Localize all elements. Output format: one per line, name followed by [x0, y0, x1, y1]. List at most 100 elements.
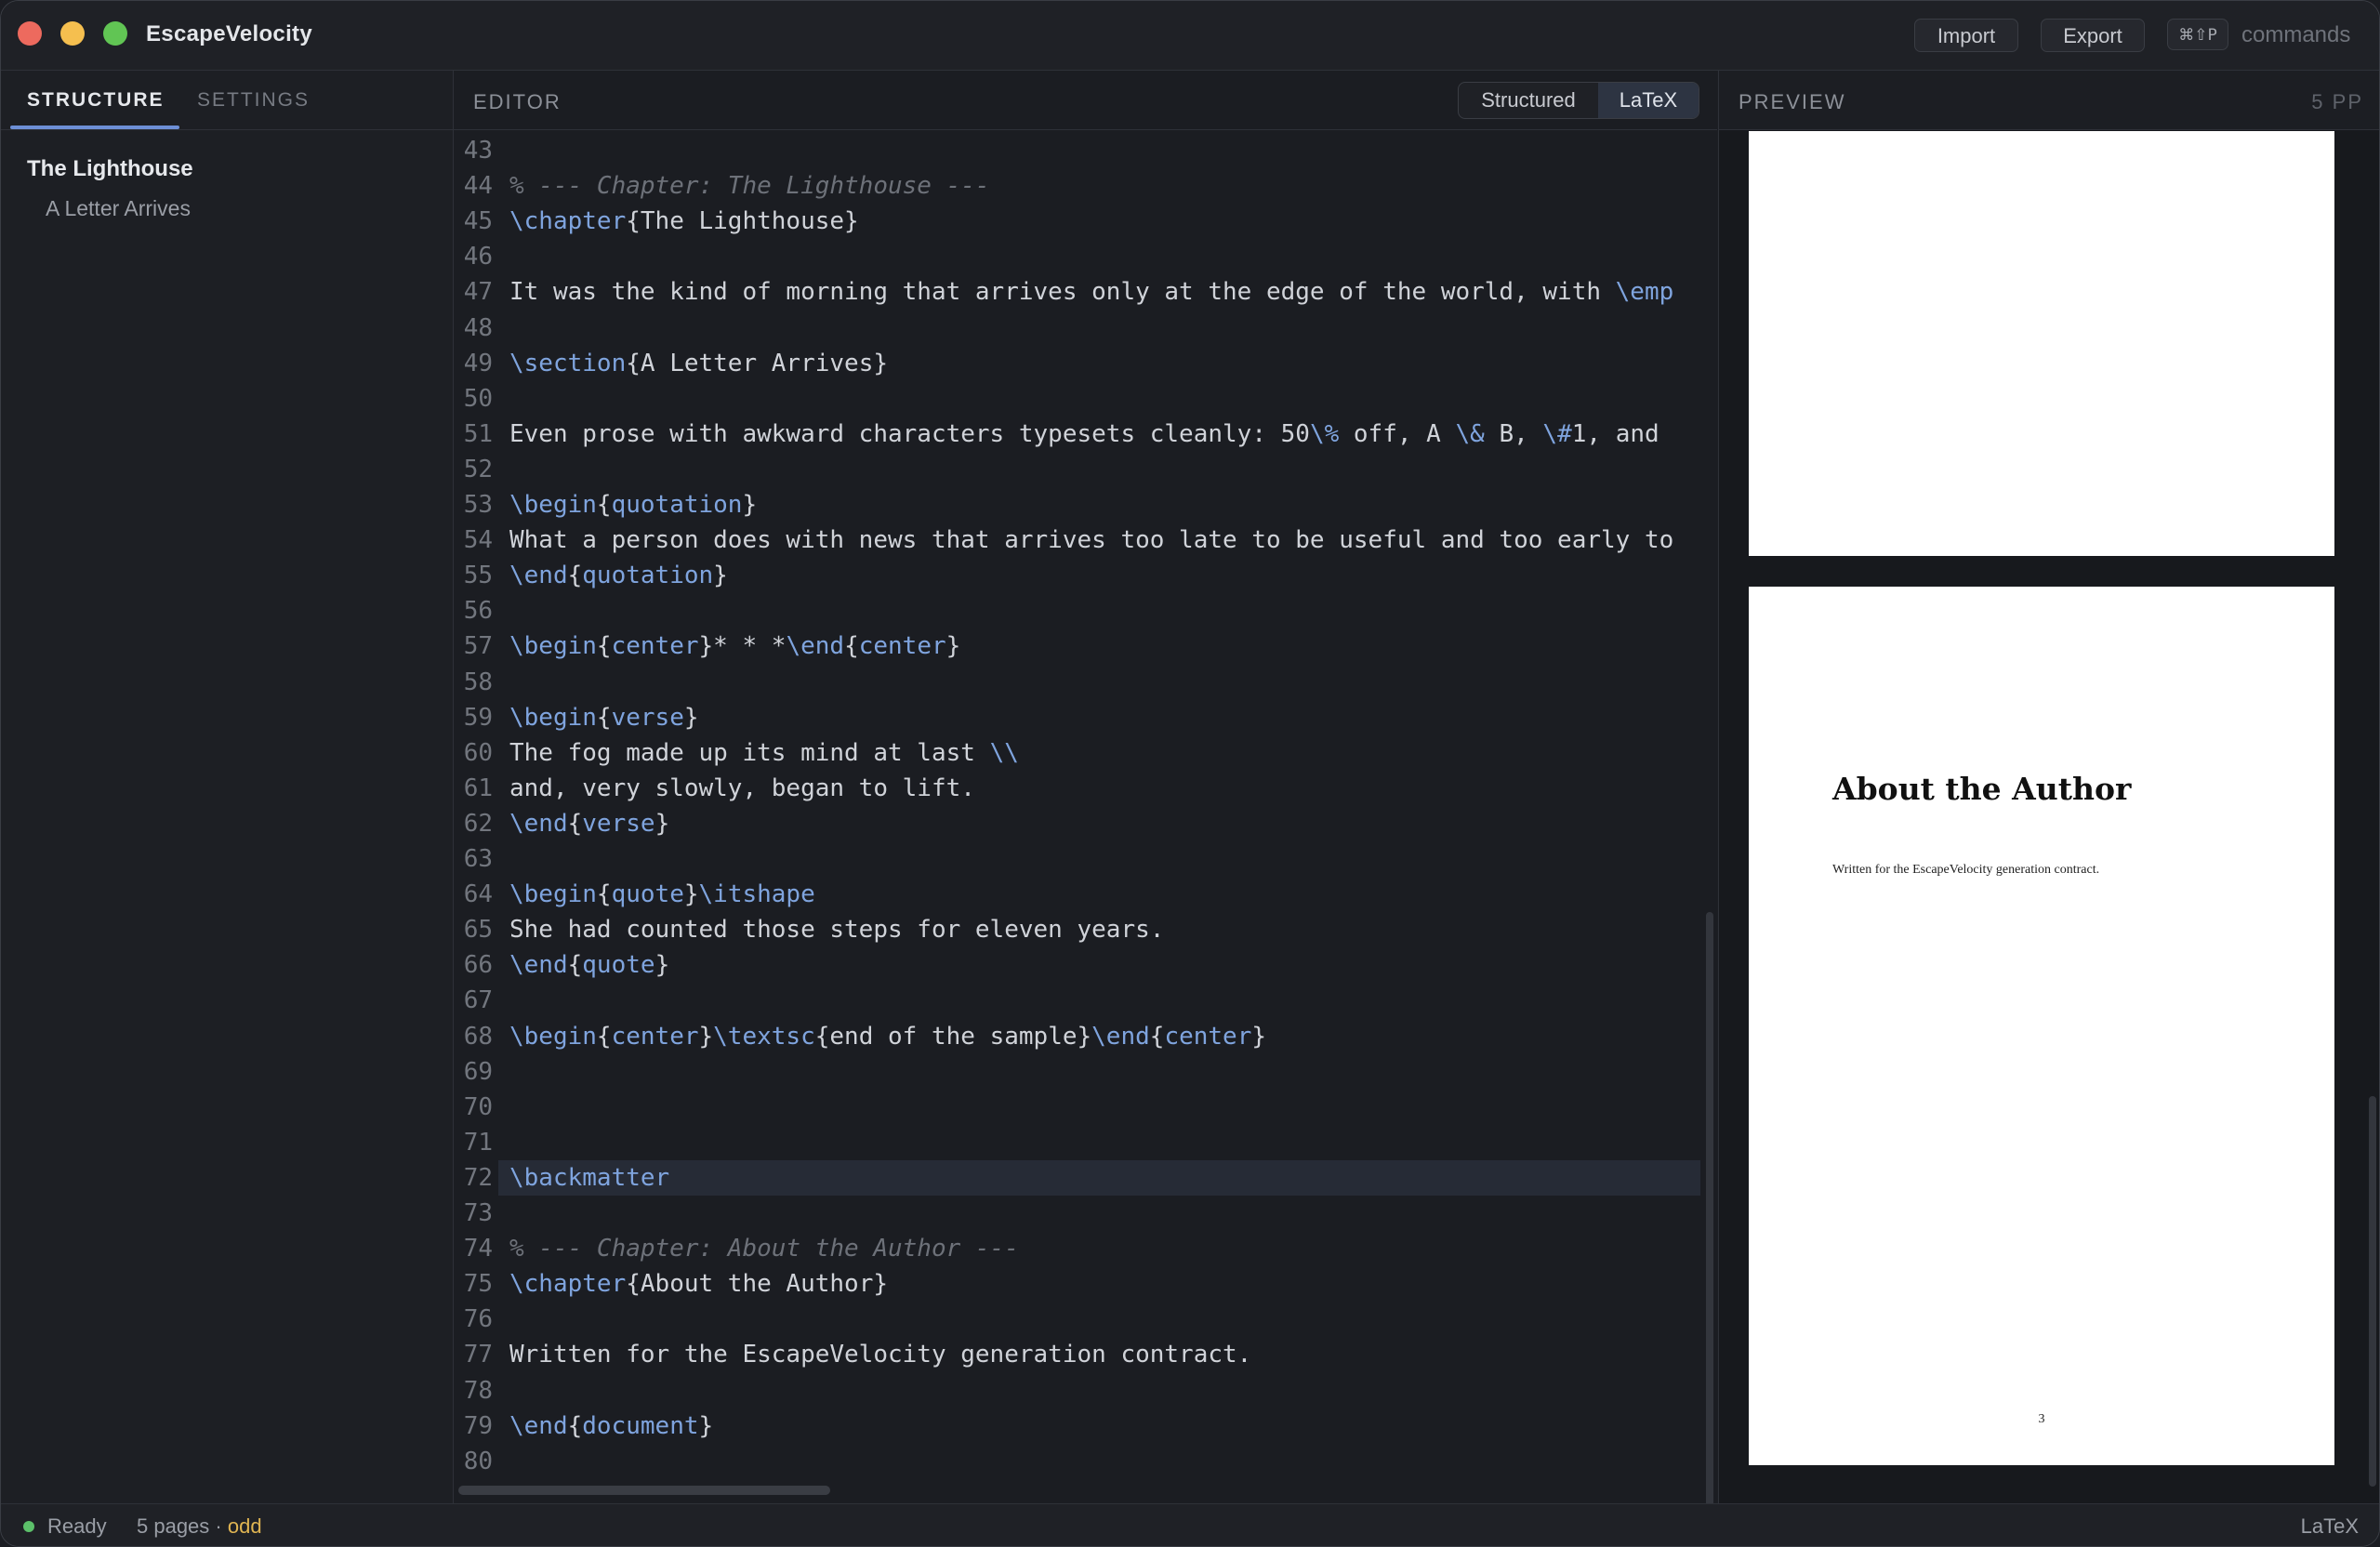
import-button[interactable]: Import — [1914, 19, 2018, 52]
code-line[interactable]: 47 It was the kind of morning that arrive… — [454, 274, 1704, 310]
line-text[interactable]: \chapter{The Lighthouse} — [509, 204, 1709, 239]
code-line[interactable]: 75 \chapter{About the Author} — [454, 1266, 1704, 1302]
line-text[interactable]: \end{document} — [509, 1408, 1709, 1444]
code-line[interactable]: 56 — [454, 593, 1704, 628]
mode-structured-button[interactable]: Structured — [1459, 83, 1599, 118]
line-text[interactable]: \begin{verse} — [509, 700, 1709, 735]
code-line[interactable]: 57 \begin{center}* * *\end{center} — [454, 628, 1704, 664]
code-line[interactable]: 71 — [454, 1125, 1704, 1160]
line-text[interactable]: The fog made up its mind at last \\ — [509, 735, 1709, 771]
code-line[interactable]: 58 — [454, 665, 1704, 700]
close-window-button[interactable] — [18, 21, 42, 46]
code-line[interactable]: 51 Even prose with awkward characters typ… — [454, 416, 1704, 452]
line-number: 78 — [463, 1376, 493, 1405]
line-text[interactable]: Even prose with awkward characters types… — [509, 416, 1709, 452]
code-line[interactable]: 54 What a person does with news that arri… — [454, 522, 1704, 558]
code-line[interactable]: 77 Written for the EscapeVelocity generat… — [454, 1337, 1704, 1372]
command-palette-shortcut[interactable]: ⌘⇧P — [2167, 19, 2228, 50]
preview-scrollbar[interactable] — [2369, 1096, 2376, 1487]
editor-header: EDITOR Structured LaTeX — [454, 71, 1717, 130]
code-line[interactable]: 63 — [454, 841, 1704, 877]
line-number: 76 — [463, 1305, 493, 1334]
code-line[interactable]: 45 \chapter{The Lighthouse} — [454, 204, 1704, 239]
app-title: EscapeVelocity — [146, 21, 312, 46]
line-number: 56 — [463, 597, 493, 626]
title-bar: EscapeVelocity Import Export ⌘⇧P command… — [1, 1, 2379, 71]
line-number: 44 — [463, 172, 493, 201]
line-text[interactable]: What a person does with news that arrive… — [509, 522, 1709, 558]
app-window: EscapeVelocity Import Export ⌘⇧P command… — [0, 0, 2380, 1547]
line-text[interactable]: \backmatter — [509, 1160, 1709, 1196]
code-line[interactable]: 49 \section{A Letter Arrives} — [454, 346, 1704, 381]
line-text[interactable]: \end{verse} — [509, 806, 1709, 841]
code-line[interactable]: 73 — [454, 1196, 1704, 1231]
line-text[interactable]: \begin{center}\textsc{end of the sample}… — [509, 1019, 1709, 1054]
line-number: 66 — [463, 951, 493, 980]
line-text[interactable]: % --- Chapter: About the Author --- — [509, 1231, 1709, 1266]
code-line[interactable]: 76 — [454, 1302, 1704, 1337]
commands-label[interactable]: commands — [2241, 22, 2350, 48]
code-line[interactable]: 48 — [454, 311, 1704, 346]
code-line[interactable]: 50 — [454, 381, 1704, 416]
line-text[interactable]: \chapter{About the Author} — [509, 1266, 1709, 1302]
mode-latex-button[interactable]: LaTeX — [1598, 83, 1699, 118]
code-line[interactable]: 72 \backmatter — [454, 1160, 1704, 1196]
code-line[interactable]: 69 — [454, 1054, 1704, 1090]
code-line[interactable]: 64 \begin{quote}\itshape — [454, 877, 1704, 912]
editor-title: EDITOR — [473, 90, 562, 113]
line-text[interactable]: It was the kind of morning that arrives … — [509, 274, 1709, 310]
code-line[interactable]: 59 \begin{verse} — [454, 700, 1704, 735]
line-text[interactable]: \section{A Letter Arrives} — [509, 346, 1709, 381]
line-number: 53 — [463, 491, 493, 519]
code-line[interactable]: 53 \begin{quotation} — [454, 487, 1704, 522]
line-number: 74 — [463, 1235, 493, 1263]
line-number: 73 — [463, 1199, 493, 1227]
code-line[interactable]: 61 and, very slowly, began to lift. — [454, 771, 1704, 806]
code-line[interactable]: 79 \end{document} — [454, 1408, 1704, 1444]
minimize-window-button[interactable] — [60, 21, 85, 46]
code-area[interactable]: 43 44% --- Chapter: The Lighthouse --- 45 \… — [454, 129, 1717, 1503]
line-number: 70 — [463, 1092, 493, 1121]
code-line[interactable]: 74% --- Chapter: About the Author --- — [454, 1231, 1704, 1266]
outline-section-item[interactable]: A Letter Arrives — [46, 196, 191, 221]
tab-settings[interactable]: SETTINGS — [197, 89, 310, 112]
code-line[interactable]: 80 — [454, 1444, 1704, 1479]
line-text[interactable]: \begin{center}* * *\end{center} — [509, 628, 1709, 664]
line-text[interactable]: Written for the EscapeVelocity generatio… — [509, 1337, 1709, 1372]
editor-horizontal-scrollbar[interactable] — [458, 1486, 830, 1495]
line-text[interactable]: \end{quotation} — [509, 558, 1709, 593]
code-line[interactable]: 60 The fog made up its mind at last \\ — [454, 735, 1704, 771]
preview-page: About the Author Written for the EscapeV… — [1749, 587, 2334, 1465]
code-line[interactable]: 68 \begin{center}\textsc{end of the sampl… — [454, 1019, 1704, 1054]
line-text[interactable]: She had counted those steps for eleven y… — [509, 912, 1709, 947]
line-number: 64 — [463, 880, 493, 909]
code-line[interactable]: 66 \end{quote} — [454, 947, 1704, 983]
code-line[interactable]: 67 — [454, 983, 1704, 1018]
line-number: 47 — [463, 278, 493, 307]
code-line[interactable]: 62 \end{verse} — [454, 806, 1704, 841]
line-text[interactable]: \end{quote} — [509, 947, 1709, 983]
code-line[interactable]: 55 \end{quotation} — [454, 558, 1704, 593]
line-text[interactable]: and, very slowly, began to lift. — [509, 771, 1709, 806]
code-line[interactable]: 78 — [454, 1373, 1704, 1408]
code-line[interactable]: 70 — [454, 1090, 1704, 1125]
code-line[interactable]: 46 — [454, 239, 1704, 274]
tab-structure[interactable]: STRUCTURE — [27, 89, 165, 112]
line-number: 50 — [463, 384, 493, 413]
zoom-window-button[interactable] — [103, 21, 127, 46]
editor-vertical-scrollbar[interactable] — [1706, 912, 1713, 1546]
code-line[interactable]: 52 — [454, 452, 1704, 487]
status-bar: Ready 5 pages · odd LaTeX — [1, 1503, 2379, 1546]
code-line[interactable]: 65 She had counted those steps for eleven… — [454, 912, 1704, 947]
code-line[interactable]: 43 — [454, 133, 1704, 168]
export-button[interactable]: Export — [2041, 19, 2145, 52]
sidebar-tabs: STRUCTURE SETTINGS — [1, 71, 453, 130]
line-number: 71 — [463, 1128, 493, 1157]
line-number: 52 — [463, 455, 493, 483]
line-text[interactable]: \begin{quotation} — [509, 487, 1709, 522]
line-text[interactable]: \begin{quote}\itshape — [509, 877, 1709, 912]
line-text[interactable]: % --- Chapter: The Lighthouse --- — [509, 168, 1709, 204]
outline-chapter-item[interactable]: The Lighthouse — [27, 156, 193, 182]
line-number: 62 — [463, 809, 493, 838]
code-line[interactable]: 44% --- Chapter: The Lighthouse --- — [454, 168, 1704, 204]
